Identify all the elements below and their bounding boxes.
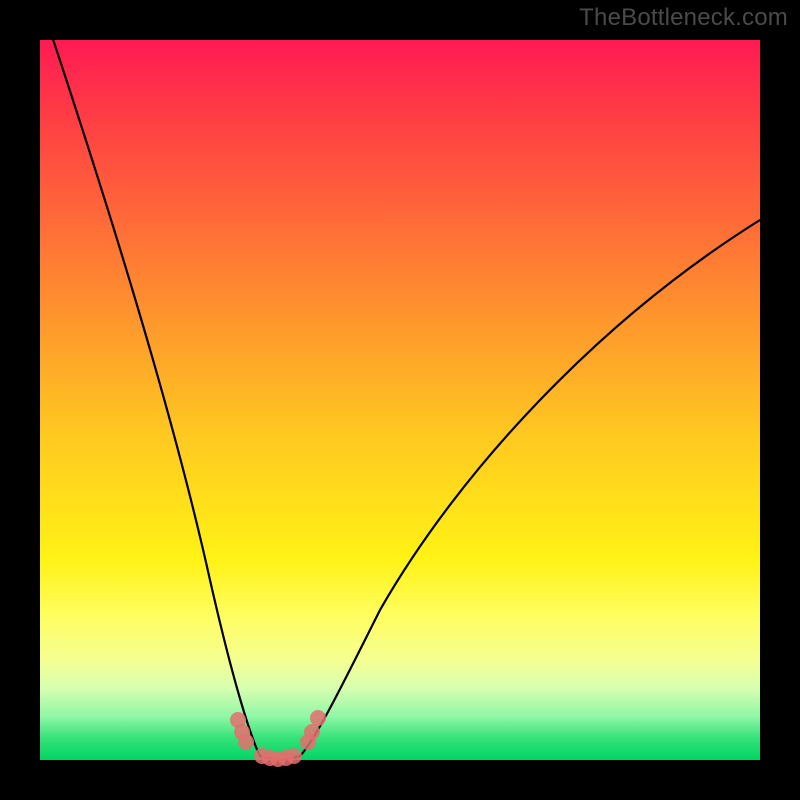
plot-area — [40, 40, 760, 760]
marker-dot — [310, 710, 326, 726]
curve-left-branch — [40, 0, 260, 756]
marker-dot — [238, 734, 254, 750]
marker-dot — [286, 748, 302, 764]
outer-frame: TheBottleneck.com — [0, 0, 800, 800]
curve-right-branch — [300, 220, 760, 756]
watermark-text: TheBottleneck.com — [579, 4, 788, 32]
chart-svg — [40, 40, 760, 760]
marker-dot — [304, 724, 320, 740]
